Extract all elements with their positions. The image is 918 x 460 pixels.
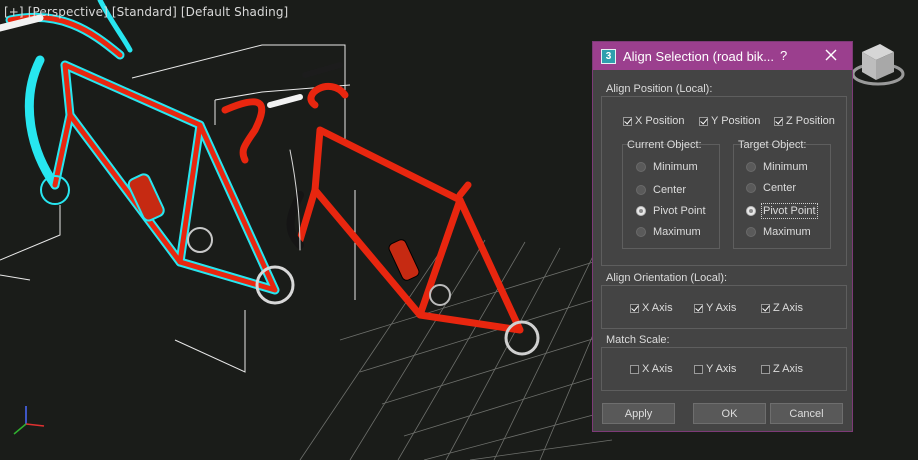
checkbox-box[interactable] xyxy=(699,116,708,126)
align-position-label: Align Position (Local): xyxy=(606,83,713,95)
bounding-box-wireframe xyxy=(0,44,356,373)
align-selection-dialog: 3 Align Selection (road bik... ? Align P… xyxy=(592,41,853,432)
target-object-label: Target Object: xyxy=(738,139,807,151)
dialog-titlebar[interactable]: 3 Align Selection (road bik... ? xyxy=(593,42,852,70)
x-position-checkbox[interactable]: X Position xyxy=(623,115,685,127)
match-scale-label: Match Scale: xyxy=(606,334,670,346)
radio-label: Minimum xyxy=(653,161,698,173)
target-minimum-radio[interactable]: Minimum xyxy=(746,161,808,173)
radio-label: Pivot Point xyxy=(761,203,818,219)
checkbox-label: X Axis xyxy=(642,363,673,375)
current-pivot-point-radio[interactable]: Pivot Point xyxy=(636,205,706,217)
scale-y-axis-checkbox[interactable]: Y Axis xyxy=(694,363,736,375)
checkbox-box[interactable] xyxy=(623,116,632,126)
checkbox-box[interactable] xyxy=(694,303,703,313)
align-orientation-label: Align Orientation (Local): xyxy=(606,272,728,284)
radio-label: Maximum xyxy=(653,226,701,238)
help-button[interactable]: ? xyxy=(780,48,787,63)
apply-button[interactable]: Apply xyxy=(602,403,675,424)
home-grid xyxy=(299,239,613,460)
viewport-menu-plus[interactable]: [+] xyxy=(4,5,24,19)
checkbox-label: X Axis xyxy=(642,302,673,314)
checkbox-box[interactable] xyxy=(630,364,639,374)
checkbox-box[interactable] xyxy=(774,116,783,126)
checkbox-label: X Position xyxy=(635,115,685,127)
radio-label: Pivot Point xyxy=(653,205,706,217)
orientation-y-axis-checkbox[interactable]: Y Axis xyxy=(694,302,736,314)
road-bike xyxy=(221,62,540,356)
radio-dot[interactable] xyxy=(746,183,756,193)
radio-dot[interactable] xyxy=(746,227,756,237)
viewport-menu-perspective[interactable]: [Perspective] xyxy=(28,5,108,19)
radio-dot[interactable] xyxy=(636,227,646,237)
radio-dot[interactable] xyxy=(746,162,756,172)
checkbox-box[interactable] xyxy=(761,364,770,374)
scale-x-axis-checkbox[interactable]: X Axis xyxy=(630,363,673,375)
checkbox-label: Z Axis xyxy=(773,302,803,314)
current-minimum-radio[interactable]: Minimum xyxy=(636,161,698,173)
selected-bike xyxy=(0,0,295,305)
radio-label: Center xyxy=(653,184,687,196)
target-maximum-radio[interactable]: Maximum xyxy=(746,226,811,238)
radio-label: Center xyxy=(763,182,797,194)
y-position-checkbox[interactable]: Y Position xyxy=(699,115,760,127)
viewport-menu-standard[interactable]: [Standard] xyxy=(112,5,177,19)
checkbox-box[interactable] xyxy=(761,303,770,313)
dialog-title: Align Selection (road bik... xyxy=(623,48,775,64)
checkbox-box[interactable] xyxy=(694,364,703,374)
z-position-checkbox[interactable]: Z Position xyxy=(774,115,835,127)
checkbox-label: Y Axis xyxy=(706,302,737,314)
target-center-radio[interactable]: Center xyxy=(746,182,796,194)
radio-label: Minimum xyxy=(763,161,808,173)
radio-dot[interactable] xyxy=(636,206,646,216)
checkbox-label: Y Axis xyxy=(706,363,737,375)
checkbox-label: Z Position xyxy=(786,115,835,127)
3ds-max-app-icon: 3 xyxy=(601,48,616,64)
radio-dot[interactable] xyxy=(636,162,646,172)
current-maximum-radio[interactable]: Maximum xyxy=(636,226,701,238)
viewport-label[interactable]: [+] [Perspective] [Standard] [Default Shadi… xyxy=(4,5,292,19)
viewcube-icon[interactable] xyxy=(848,34,908,94)
axis-tripod-icon xyxy=(13,406,45,435)
current-center-radio[interactable]: Center xyxy=(636,184,686,196)
cancel-button[interactable]: Cancel xyxy=(770,403,843,424)
orientation-x-axis-checkbox[interactable]: X Axis xyxy=(630,302,673,314)
checkbox-label: Z Axis xyxy=(773,363,803,375)
target-pivot-point-radio[interactable]: Pivot Point xyxy=(746,203,818,219)
checkbox-box[interactable] xyxy=(630,303,639,313)
checkbox-label: Y Position xyxy=(711,115,761,127)
radio-label: Maximum xyxy=(763,226,811,238)
orientation-z-axis-checkbox[interactable]: Z Axis xyxy=(761,302,803,314)
viewport-menu-shading[interactable]: [Default Shading] xyxy=(181,5,288,19)
radio-dot[interactable] xyxy=(746,206,756,216)
ok-button[interactable]: OK xyxy=(693,403,766,424)
current-object-label: Current Object: xyxy=(627,139,702,151)
scale-z-axis-checkbox[interactable]: Z Axis xyxy=(761,363,803,375)
close-icon[interactable] xyxy=(823,47,839,63)
radio-dot[interactable] xyxy=(636,185,646,195)
